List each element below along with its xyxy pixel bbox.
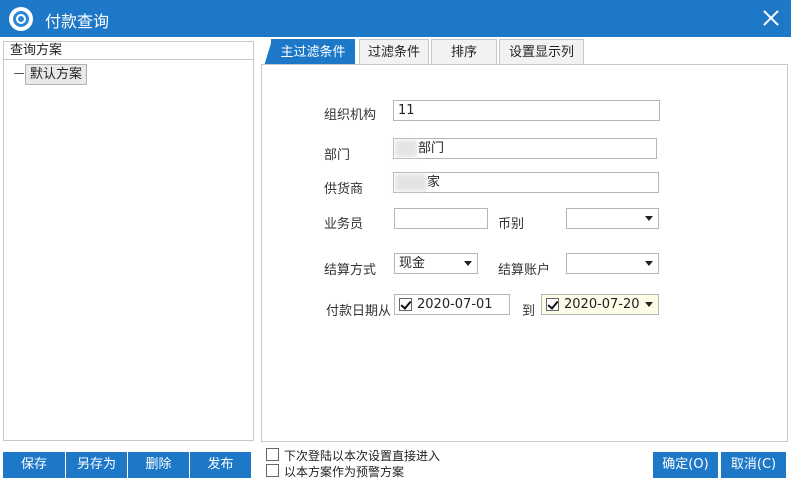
dept-label: 部门 [324,148,351,163]
tree-item-default-scheme[interactable]: 默认方案 [25,64,88,85]
scheme-panel: 查询方案 默认方案 [3,41,254,441]
tab-main-filter-label: 主过滤条件 [280,45,346,60]
supplier-label: 供货商 [324,182,364,197]
alert-scheme-label: 以本方案作为预警方案 [284,465,405,479]
currency-label: 币别 [498,217,525,232]
date-from-picker[interactable]: 2020-07-01 [394,294,510,315]
salesman-input[interactable] [394,208,488,229]
publish-button[interactable]: 发布 [190,452,251,478]
chevron-down-icon [464,261,472,266]
redaction-blur [395,174,427,191]
cancel-button[interactable]: 取消(C) [721,452,786,478]
date-to-picker[interactable]: 2020-07-20 [541,294,659,315]
save-button[interactable]: 保存 [3,452,65,478]
redaction-blur [395,140,417,157]
auto-enter-label: 下次登陆以本次设置直接进入 [284,449,441,463]
date-from-label: 付款日期从 [326,304,392,319]
chevron-down-icon [645,216,653,221]
ok-button[interactable]: 确定(O) [653,452,718,478]
settle-method-label: 结算方式 [324,263,377,278]
date-to-checkbox[interactable] [546,298,559,311]
date-from-checkbox[interactable] [399,298,412,311]
supplier-input[interactable]: 家 [393,172,659,193]
org-input[interactable]: 11 [393,100,660,121]
tab-filter[interactable]: 过滤条件 [359,39,429,65]
tab-sort[interactable]: 排序 [431,39,497,65]
org-label: 组织机构 [324,108,377,123]
date-to-label: 到 [522,304,536,319]
delete-button[interactable]: 删除 [128,452,189,478]
tree-connector [14,73,24,74]
window-title: 付款查询 [45,12,110,31]
save-as-button[interactable]: 另存为 [66,452,127,478]
date-from-value: 2020-07-01 [417,297,493,312]
settle-method-select[interactable]: 现金 [394,253,478,274]
salesman-label: 业务员 [324,217,364,232]
tab-main-filter[interactable]: 主过滤条件 [264,39,355,66]
chevron-down-icon [645,302,653,307]
currency-select[interactable] [566,208,659,229]
title-bar: 付款查询 [0,0,791,37]
tab-display-columns[interactable]: 设置显示列 [499,39,584,65]
settle-method-value: 现金 [399,256,426,271]
settle-account-select[interactable] [566,253,659,274]
chevron-down-icon [645,261,653,266]
settle-account-label: 结算账户 [498,263,551,278]
app-logo-icon [9,7,33,31]
tab-strip: 主过滤条件 过滤条件 排序 设置显示列 [263,39,788,66]
date-to-value: 2020-07-20 [564,297,640,312]
auto-enter-checkbox[interactable] [266,448,279,461]
close-icon[interactable] [759,6,783,30]
dept-input[interactable]: 部门 [393,138,657,159]
alert-scheme-checkbox[interactable] [266,464,279,477]
scheme-panel-header: 查询方案 [4,42,253,60]
